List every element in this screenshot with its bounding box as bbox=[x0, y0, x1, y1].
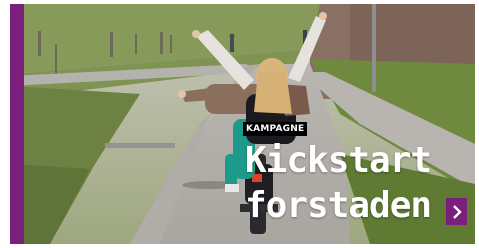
next-button[interactable] bbox=[446, 198, 467, 225]
headline-line-2: forstaden bbox=[245, 185, 432, 226]
campaign-headline[interactable]: Kickstart forstaden bbox=[245, 138, 432, 228]
chevron-right-icon bbox=[452, 204, 462, 219]
campaign-card[interactable]: KAMPAGNE Kickstart forstaden bbox=[0, 0, 479, 248]
campaign-badge: KAMPAGNE bbox=[243, 122, 308, 136]
headline-line-1: Kickstart bbox=[245, 140, 432, 181]
accent-bar bbox=[10, 4, 24, 244]
